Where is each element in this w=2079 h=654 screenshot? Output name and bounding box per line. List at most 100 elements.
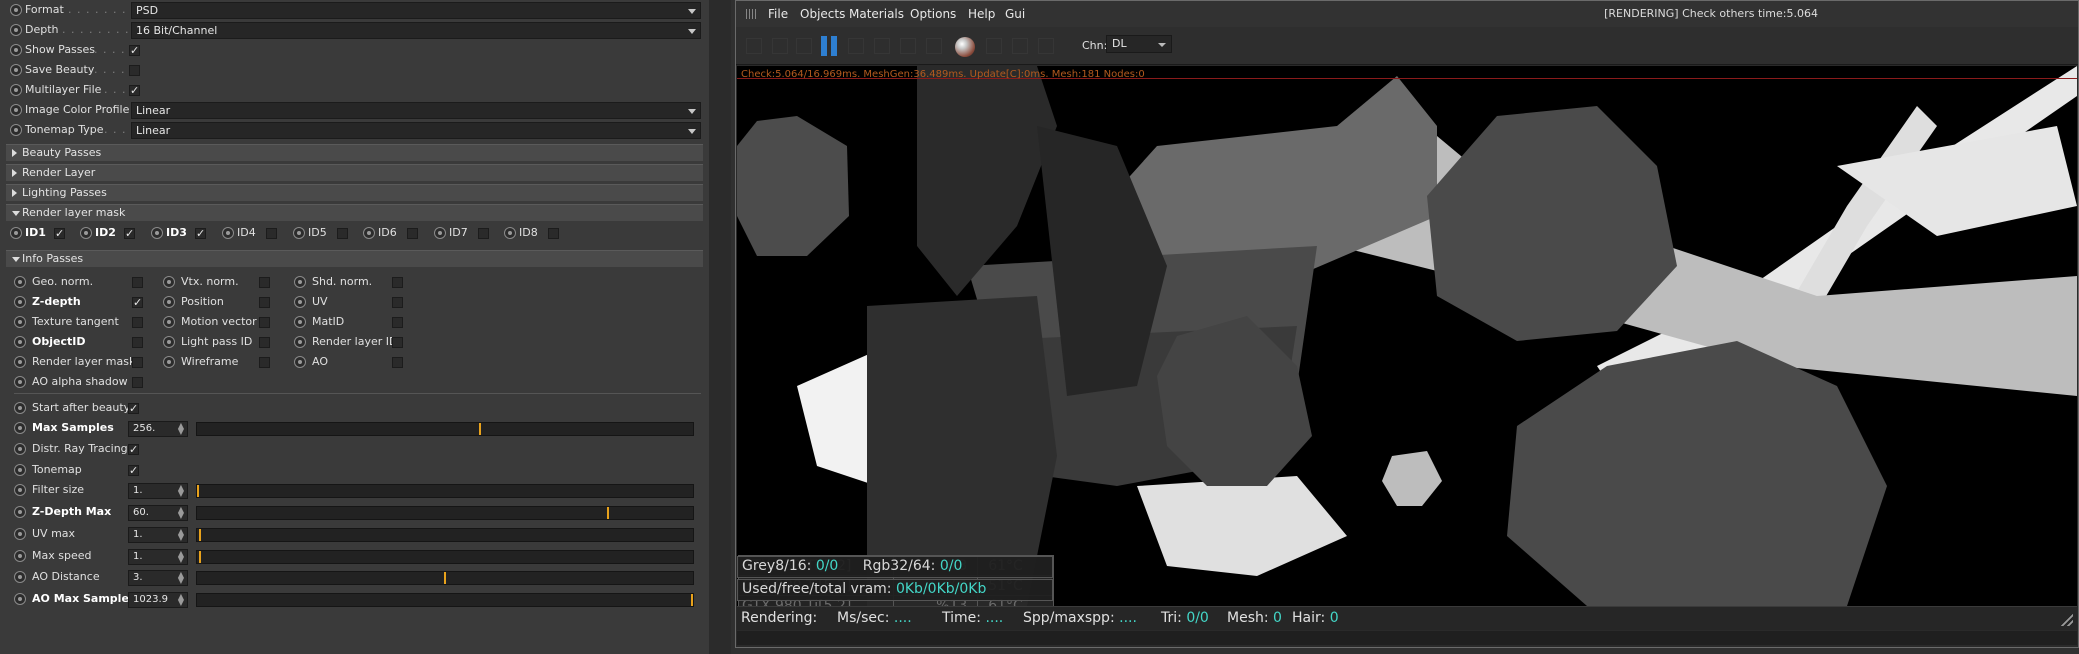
mask-id-checkbox[interactable] (478, 228, 489, 239)
clay-icon[interactable] (1038, 38, 1054, 54)
depth-anim-button[interactable] (10, 24, 22, 36)
start-after-beauty-anim-button[interactable] (14, 402, 26, 414)
image-color-profile-dropdown[interactable]: Linear (131, 102, 701, 119)
filter-size-anim-button[interactable] (14, 484, 26, 496)
z-depth-max-slider[interactable] (196, 506, 694, 520)
info-pass-anim-button[interactable] (294, 296, 306, 308)
mask-id-anim-button[interactable] (10, 227, 22, 239)
settings-icon[interactable] (926, 38, 942, 54)
tonemap-checkbox[interactable]: ✓ (128, 465, 139, 476)
lock-icon[interactable] (848, 38, 864, 54)
mask-id-checkbox[interactable] (266, 228, 277, 239)
mask-id-checkbox[interactable]: ✓ (195, 228, 206, 239)
mask-id-anim-button[interactable] (222, 227, 234, 239)
multilayer-anim-button[interactable] (10, 84, 22, 96)
slider-handle[interactable] (197, 485, 199, 497)
max-speed-input[interactable]: 1. ▲ ▼ (128, 549, 188, 565)
stop-icon[interactable] (796, 38, 812, 54)
camera-icon[interactable] (986, 38, 1002, 54)
multilayer-file-checkbox[interactable]: ✓ (129, 85, 140, 96)
section-info-passes[interactable]: Info Passes (6, 250, 703, 267)
slider-handle[interactable] (479, 423, 481, 435)
tonemap-type-dropdown[interactable]: Linear (131, 122, 701, 139)
slider-handle[interactable] (199, 529, 201, 541)
ao-distance-anim-button[interactable] (14, 571, 26, 583)
spinner-icon[interactable]: ▲ ▼ (178, 506, 184, 520)
info-pass-anim-button[interactable] (294, 276, 306, 288)
menu-help[interactable]: Help (968, 7, 995, 21)
ao-max-samples-anim-button[interactable] (14, 593, 26, 605)
restart-icon[interactable] (772, 38, 788, 54)
info-pass-checkbox[interactable] (392, 277, 403, 288)
ao-max-samples-slider[interactable] (196, 593, 694, 607)
uv-max-slider[interactable] (196, 528, 694, 542)
info-pass-anim-button[interactable] (294, 356, 306, 368)
tonemap-type-anim-button[interactable] (10, 124, 22, 136)
uv-max-input[interactable]: 1. ▲ ▼ (128, 527, 188, 543)
z-depth-max-anim-button[interactable] (14, 506, 26, 518)
uv-max-anim-button[interactable] (14, 528, 26, 540)
mask-id-checkbox[interactable]: ✓ (54, 228, 65, 239)
zoom-icon[interactable] (1012, 38, 1028, 54)
mask-id-checkbox[interactable] (548, 228, 559, 239)
menu-options[interactable]: Options (910, 7, 956, 21)
spinner-icon[interactable]: ▲ ▼ (178, 550, 184, 564)
material-sphere-icon[interactable] (955, 37, 975, 57)
menu-materials[interactable]: Materials (849, 7, 904, 21)
mask-id-checkbox[interactable] (337, 228, 348, 239)
max-samples-anim-button[interactable] (14, 422, 26, 434)
render-viewport[interactable]: Check:5.064/16.969ms. MeshGen:36.489ms. … (737, 66, 2077, 606)
menu-gui[interactable]: Gui (1005, 7, 1025, 21)
ao-distance-input[interactable]: 3. ▲ ▼ (128, 570, 188, 586)
mask-id-anim-button[interactable] (434, 227, 446, 239)
max-samples-input[interactable]: 256. ▲ ▼ (128, 421, 188, 437)
slider-handle[interactable] (444, 572, 446, 584)
mask-id-anim-button[interactable] (504, 227, 516, 239)
info-pass-anim-button[interactable] (294, 336, 306, 348)
region-icon[interactable] (874, 38, 890, 54)
filter-size-input[interactable]: 1. ▲ ▼ (128, 483, 188, 499)
spinner-icon[interactable]: ▲ ▼ (178, 484, 184, 498)
spinner-icon[interactable]: ▲ ▼ (178, 571, 184, 585)
info-pass-anim-button[interactable] (14, 376, 26, 388)
pause-icon[interactable] (820, 36, 838, 56)
section-beauty-passes[interactable]: Beauty Passes (6, 144, 703, 161)
info-pass-checkbox[interactable] (132, 377, 143, 388)
filter-size-slider[interactable] (196, 484, 694, 498)
info-pass-checkbox[interactable] (392, 317, 403, 328)
resize-grip-icon[interactable] (2061, 614, 2073, 626)
mask-id-anim-button[interactable] (151, 227, 163, 239)
tonemap-anim-button[interactable] (14, 464, 26, 476)
channel-select[interactable]: DL (1106, 35, 1172, 53)
color-profile-anim-button[interactable] (10, 104, 22, 116)
max-speed-slider[interactable] (196, 550, 694, 564)
spinner-icon[interactable]: ▲ ▼ (178, 593, 184, 607)
show-passes-anim-button[interactable] (10, 44, 22, 56)
slider-handle[interactable] (691, 594, 693, 606)
format-dropdown[interactable]: PSD (131, 2, 701, 19)
z-depth-max-input[interactable]: 60. ▲ ▼ (128, 505, 188, 521)
depth-dropdown[interactable]: 16 Bit/Channel (131, 22, 701, 39)
distr-ray-tracing-checkbox[interactable]: ✓ (128, 444, 139, 455)
mask-id-anim-button[interactable] (80, 227, 92, 239)
section-lighting-passes[interactable]: Lighting Passes (6, 184, 703, 201)
start-after-beauty-checkbox[interactable]: ✓ (128, 403, 139, 414)
format-anim-button[interactable] (10, 4, 22, 16)
mask-id-anim-button[interactable] (293, 227, 305, 239)
ao-distance-slider[interactable] (196, 571, 694, 585)
mask-id-anim-button[interactable] (363, 227, 375, 239)
slider-handle[interactable] (199, 551, 201, 563)
menu-file[interactable]: File (768, 7, 788, 21)
horizontal-scrollbar[interactable] (737, 631, 2077, 645)
menu-objects[interactable]: Objects (800, 7, 845, 21)
spinner-icon[interactable]: ▲ ▼ (178, 422, 184, 436)
grip-icon[interactable] (746, 9, 756, 19)
section-render-layer-mask[interactable]: Render layer mask (6, 204, 703, 221)
info-pass-checkbox[interactable] (392, 297, 403, 308)
max-speed-anim-button[interactable] (14, 550, 26, 562)
save-beauty-anim-button[interactable] (10, 64, 22, 76)
distr-ray-tracing-anim-button[interactable] (14, 443, 26, 455)
mask-id-checkbox[interactable]: ✓ (124, 228, 135, 239)
slider-handle[interactable] (607, 507, 609, 519)
info-pass-checkbox[interactable] (392, 337, 403, 348)
